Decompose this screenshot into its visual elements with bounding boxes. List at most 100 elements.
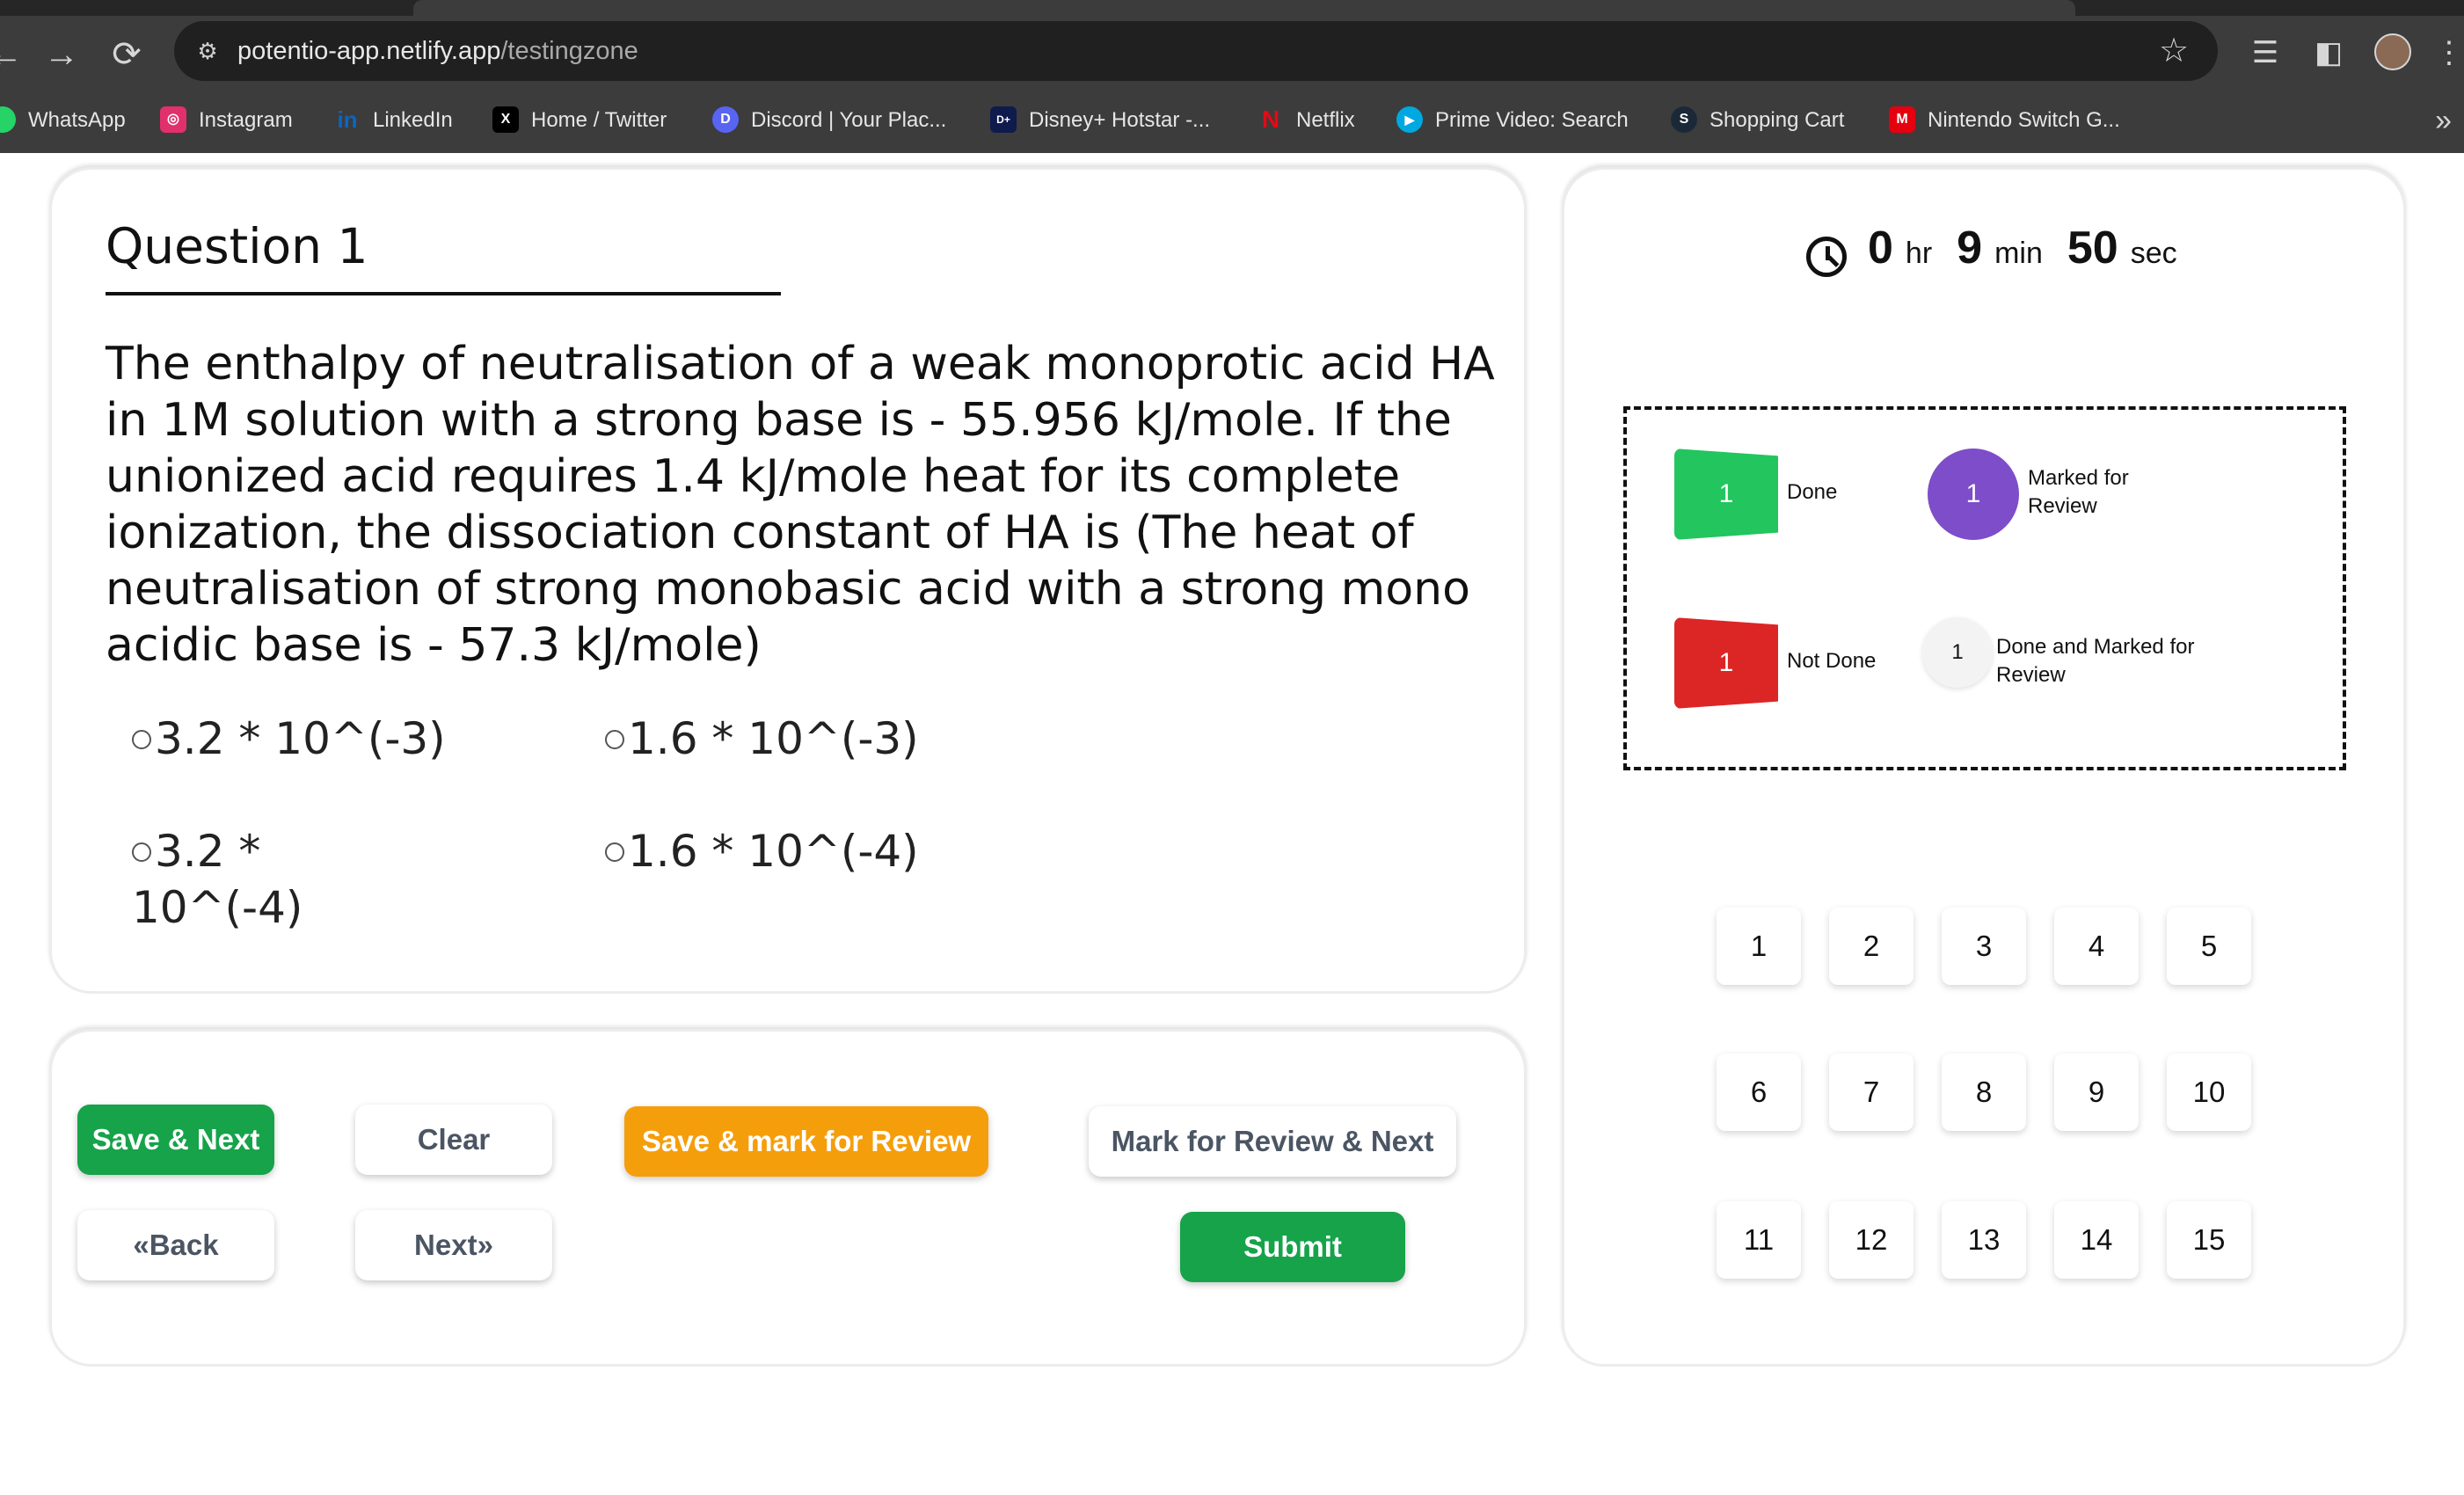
prime-video-icon: ▶: [1396, 106, 1423, 133]
question-number-button[interactable]: 7: [1829, 1054, 1914, 1131]
question-title: Question 1: [106, 218, 368, 274]
bookmark-twitter[interactable]: X Home / Twitter: [492, 95, 667, 146]
legend-marked-badge: 1: [1928, 448, 2019, 540]
question-number-button[interactable]: 2: [1829, 908, 1914, 985]
bookmark-star-icon[interactable]: ☆: [2153, 30, 2195, 72]
site-info-icon[interactable]: ⚙: [190, 33, 225, 69]
bookmark-label: Prime Video: Search: [1435, 108, 1629, 132]
timer-min-label: min: [1994, 237, 2043, 270]
back-button[interactable]: «Back: [77, 1210, 274, 1280]
legend-done-marked-label: Done and Marked for Review: [1996, 635, 2195, 687]
legend-not-done-badge: 1: [1674, 617, 1778, 709]
browser-menu-icon[interactable]: ⋮: [2434, 30, 2464, 76]
bookmark-label: WhatsApp: [28, 108, 126, 132]
forward-nav-icon[interactable]: →: [37, 30, 86, 79]
radio-option-c[interactable]: [132, 842, 151, 862]
question-number-button[interactable]: 6: [1717, 1054, 1801, 1131]
question-number-button[interactable]: 8: [1942, 1054, 2026, 1131]
browser-chrome: ← → ⟳ ⚙ potentio-app.netlify.app/testing…: [0, 0, 2464, 153]
timer-seconds: 50: [2067, 222, 2118, 273]
timer-minutes: 9: [1957, 222, 1983, 273]
bookmark-label: Instagram: [199, 108, 293, 132]
timer-hr-label: hr: [1905, 237, 1933, 270]
legend-done-badge: 1: [1674, 448, 1778, 540]
option-b[interactable]: 1.6 * 10^(-3): [605, 711, 919, 767]
option-c-label: 3.2 *: [155, 826, 261, 877]
clear-button[interactable]: Clear: [355, 1105, 552, 1175]
mark-review-next-button[interactable]: Mark for Review & Next: [1089, 1106, 1456, 1177]
question-number-button[interactable]: 13: [1942, 1201, 2026, 1279]
question-number-button[interactable]: 4: [2054, 908, 2139, 985]
steam-icon: S: [1671, 106, 1697, 133]
submit-button[interactable]: Submit: [1180, 1212, 1405, 1282]
bookmark-shopping-cart[interactable]: S Shopping Cart: [1671, 95, 1844, 146]
side-panel-icon[interactable]: ◧: [2306, 30, 2351, 76]
question-number-button[interactable]: 11: [1717, 1201, 1801, 1279]
bookmark-instagram[interactable]: ◎ Instagram: [160, 95, 293, 146]
bookmark-label: Shopping Cart: [1709, 108, 1845, 132]
reload-icon[interactable]: ⟳: [102, 30, 151, 79]
bookmark-label: Disney+ Hotstar -...: [1029, 108, 1211, 132]
url-text[interactable]: potentio-app.netlify.app/testingzone: [237, 21, 638, 81]
question-number-button[interactable]: 5: [2167, 908, 2251, 985]
option-c[interactable]: 3.2 *: [132, 823, 260, 879]
option-a-label: 3.2 * 10^(-3): [155, 713, 446, 764]
question-number-button[interactable]: 14: [2054, 1201, 2139, 1279]
address-bar[interactable]: ⚙ potentio-app.netlify.app/testingzone ☆: [174, 21, 2218, 81]
back-nav-icon[interactable]: ←: [0, 30, 30, 79]
url-path: /testingzone: [500, 37, 638, 65]
bookmark-label: LinkedIn: [373, 108, 453, 132]
bookmark-discord[interactable]: D Discord | Your Plac...: [712, 95, 946, 146]
more-bookmarks-icon[interactable]: »: [2435, 95, 2452, 146]
netflix-icon: N: [1261, 105, 1280, 133]
bookmark-prime-video[interactable]: ▶ Prime Video: Search: [1396, 95, 1629, 146]
question-number-button[interactable]: 1: [1717, 908, 1801, 985]
countdown-timer: 0 hr 9 min 50 sec: [1806, 222, 2202, 292]
mario-icon: M: [1889, 106, 1915, 133]
question-number-button[interactable]: 9: [2054, 1054, 2139, 1131]
question-number-button[interactable]: 15: [2167, 1201, 2251, 1279]
discord-icon: D: [712, 106, 739, 133]
x-twitter-icon: X: [492, 106, 519, 133]
instagram-icon: ◎: [160, 106, 186, 133]
legend-marked-label: Marked for Review: [2028, 466, 2129, 518]
next-button[interactable]: Next»: [355, 1210, 552, 1280]
option-d[interactable]: 1.6 * 10^(-4): [605, 823, 919, 879]
bookmarks-bar: WhatsApp ◎ Instagram in LinkedIn X Home / T…: [0, 95, 2464, 146]
legend-done-marked-badge: 1: [1922, 617, 1993, 688]
bookmark-nintendo[interactable]: M Nintendo Switch G...: [1889, 95, 2120, 146]
bookmark-label: Discord | Your Plac...: [751, 108, 947, 132]
url-domain: potentio-app.netlify.app: [237, 37, 501, 65]
bookmark-label: Nintendo Switch G...: [1928, 108, 2120, 132]
question-text: The enthalpy of neutralisation of a weak…: [106, 338, 1495, 672]
bookmark-linkedin[interactable]: in LinkedIn: [334, 95, 453, 146]
title-divider: [106, 292, 781, 295]
option-d-label: 1.6 * 10^(-4): [628, 826, 919, 877]
save-next-button[interactable]: Save & Next: [77, 1105, 274, 1175]
active-tab[interactable]: [413, 0, 2075, 16]
radio-option-b[interactable]: [605, 729, 624, 749]
radio-option-a[interactable]: [132, 729, 151, 749]
save-mark-review-button[interactable]: Save & mark for Review: [624, 1106, 988, 1177]
bookmark-netflix[interactable]: N Netflix: [1258, 95, 1355, 146]
timer-hours: 0: [1868, 222, 1893, 273]
bookmark-hotstar[interactable]: D+ Disney+ Hotstar -...: [990, 95, 1210, 146]
timer-sec-label: sec: [2130, 237, 2177, 270]
option-b-label: 1.6 * 10^(-3): [628, 713, 919, 764]
question-number-button[interactable]: 3: [1942, 908, 2026, 985]
linkedin-icon: in: [337, 106, 358, 133]
legend-done-label: Done: [1787, 480, 1838, 504]
legend-not-done-label: Not Done: [1787, 649, 1877, 673]
whatsapp-icon: [0, 106, 16, 133]
clock-icon: [1806, 237, 1847, 277]
radio-option-d[interactable]: [605, 842, 624, 862]
disney-hotstar-icon: D+: [990, 106, 1017, 133]
media-controls-icon[interactable]: ☰: [2242, 30, 2288, 76]
bookmark-label: Netflix: [1296, 108, 1355, 132]
question-number-button[interactable]: 12: [1829, 1201, 1914, 1279]
bookmark-label: Home / Twitter: [531, 108, 667, 132]
question-number-button[interactable]: 10: [2167, 1054, 2251, 1131]
bookmark-whatsapp[interactable]: WhatsApp: [0, 95, 126, 146]
profile-avatar[interactable]: [2374, 33, 2411, 70]
option-a[interactable]: 3.2 * 10^(-3): [132, 711, 446, 767]
